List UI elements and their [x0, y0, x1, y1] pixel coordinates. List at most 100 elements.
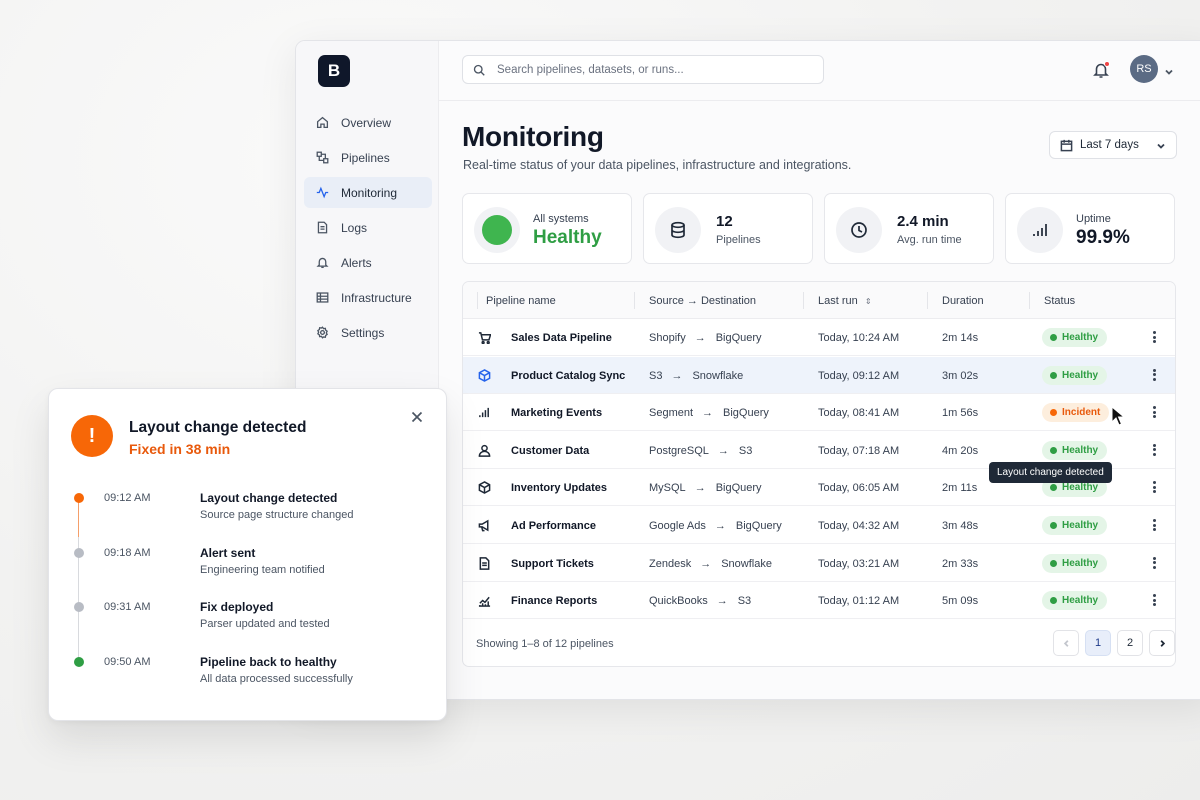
stat-value: 2.4 min [897, 213, 949, 230]
table-row[interactable]: Support Tickets Zendesk → Snowflake Today, 0… [463, 545, 1175, 582]
next-page-button[interactable] [1149, 630, 1175, 656]
timeline-dot [74, 493, 84, 503]
page-button-2[interactable]: 2 [1117, 630, 1143, 656]
status-badge: Healthy [1042, 553, 1108, 573]
column-header-duration[interactable]: Duration [942, 295, 984, 307]
status-badge: Healthy [1042, 591, 1108, 611]
table-row[interactable]: Product Catalog Sync S3 → Snowflake Today, 0… [463, 356, 1175, 394]
run-duration: 2m 14s [942, 332, 979, 344]
timeline-dot [74, 656, 84, 667]
app-logo[interactable]: B [318, 55, 350, 87]
status-badge: Incident [1042, 403, 1110, 423]
arrow-right-icon: → [714, 520, 726, 532]
timeline-description: Parser updated and tested [200, 618, 330, 630]
sidebar-item-alerts[interactable]: Alerts [304, 247, 432, 278]
run-duration: 2m 11s [942, 482, 978, 495]
page-title: Monitoring [462, 121, 604, 152]
notification-dot [1104, 61, 1110, 67]
page-button-1[interactable]: 1 [1085, 630, 1111, 656]
last-run-time: Today, 08:41 AM [818, 407, 900, 420]
table-row[interactable]: Ad Performance Google Ads → BigQuery Today, … [463, 507, 1175, 544]
column-divider [803, 292, 804, 309]
pipeline-name: Finance Reports [511, 595, 598, 608]
last-run-time: Today, 04:32 AM [818, 520, 900, 532]
sidebar-item-settings[interactable]: Settings [304, 317, 432, 348]
pagination-summary: Showing 1–8 of 12 pipelines [476, 638, 614, 650]
sidebar-item-pipelines[interactable]: Pipelines [304, 142, 432, 173]
cube-icon [478, 368, 491, 382]
more-options-icon[interactable] [1149, 367, 1159, 383]
close-button[interactable] [411, 410, 425, 424]
timeline-description: Engineering team notified [200, 563, 325, 576]
column-header-source[interactable]: Source → Destination [649, 295, 756, 307]
timeline-item: 09:12 AM Layout change detected Source pag… [49, 491, 446, 531]
stat-value: 12 [716, 213, 733, 230]
timeline-title: Layout change detected [200, 491, 338, 505]
search-icon [473, 64, 485, 76]
stat-label: All systems [533, 213, 589, 225]
prev-page-button[interactable] [1053, 630, 1079, 656]
more-options-icon[interactable] [1149, 329, 1159, 345]
column-header-name[interactable]: Pipeline name [486, 295, 556, 307]
stat-card-pipelines: 12 Pipelines [643, 193, 813, 264]
incident-card: ! Layout change detected Fixed in 38 min… [48, 388, 447, 721]
timeline-title: Alert sent [200, 545, 256, 560]
last-run-time: Today, 10:24 AM [818, 332, 900, 344]
table-row[interactable]: Marketing Events Segment → BigQuery Today, 0… [463, 394, 1175, 432]
pipeline-icon [316, 151, 329, 164]
arrow-right-icon: → [671, 369, 683, 382]
bar-chart-icon [479, 408, 489, 418]
timeline-item: 09:31 AM Fix deployed Parser updated and t… [49, 600, 446, 640]
activity-icon [316, 186, 329, 199]
date-range-select[interactable]: Last 7 days [1049, 131, 1177, 159]
last-run-time: Today, 06:05 AM [818, 482, 900, 495]
run-duration: 4m 20s [942, 444, 979, 457]
status-badge: Healthy [1042, 365, 1108, 385]
run-duration: 2m 33s [942, 557, 979, 570]
avatar[interactable]: RS [1130, 55, 1158, 83]
timeline-item: 09:50 AM Pipeline back to healthy All data… [49, 655, 446, 695]
pipeline-name: Customer Data [511, 444, 590, 457]
more-options-icon[interactable] [1149, 517, 1159, 533]
more-options-icon[interactable] [1149, 555, 1159, 571]
arrow-right-icon: → [716, 595, 728, 608]
table-row[interactable]: Sales Data Pipeline Shopify → BigQuery Today… [463, 319, 1175, 356]
column-header-status[interactable]: Status [1044, 295, 1075, 307]
database-icon [655, 207, 701, 253]
more-options-icon[interactable] [1149, 592, 1159, 608]
more-options-icon[interactable] [1149, 404, 1159, 420]
table-row[interactable]: Finance Reports QuickBooks → S3 Today, 01:12… [463, 582, 1175, 620]
notifications-button[interactable] [1092, 61, 1110, 79]
run-duration: 5m 09s [942, 595, 979, 608]
sidebar-item-monitoring[interactable]: Monitoring [304, 177, 432, 208]
timeline-description: Source page structure changed [200, 509, 354, 521]
source-name: PostgreSQL [649, 444, 709, 457]
more-options-icon[interactable] [1149, 442, 1159, 458]
stat-label: Uptime [1076, 213, 1111, 225]
arrow-right-icon: → [702, 407, 714, 420]
search-input[interactable]: Search pipelines, datasets, or runs... [462, 55, 824, 84]
sidebar-item-logs[interactable]: Logs [304, 212, 432, 243]
column-header-last-run[interactable]: Last run ⇕ [818, 295, 872, 307]
page-subtitle: Real-time status of your data pipelines,… [463, 158, 852, 172]
status-badge: Healthy [1042, 440, 1108, 460]
more-options-icon[interactable] [1149, 479, 1159, 495]
sidebar-item-infrastructure[interactable]: Infrastructure [304, 282, 432, 313]
sidebar-item-overview[interactable]: Overview [304, 107, 432, 138]
source-name: Google Ads [649, 520, 706, 532]
stat-value: Healthy [533, 227, 602, 248]
date-range-value: Last 7 days [1080, 139, 1139, 151]
gear-icon [317, 326, 328, 339]
arrow-right-icon: → [694, 332, 706, 344]
pipeline-name: Marketing Events [511, 407, 603, 420]
timeline-dot [74, 602, 84, 612]
last-run-time: Today, 09:12 AM [818, 369, 900, 382]
run-duration: 1m 56s [942, 407, 979, 420]
chevron-down-icon [1157, 143, 1165, 149]
timeline-time: 09:50 AM [104, 655, 151, 668]
timeline-time: 09:31 AM [104, 601, 151, 613]
destination-name: BigQuery [723, 407, 769, 420]
timeline-title: Fix deployed [200, 600, 274, 614]
sidebar-item-label: Overview [341, 115, 392, 130]
chevron-down-icon[interactable] [1164, 64, 1174, 75]
